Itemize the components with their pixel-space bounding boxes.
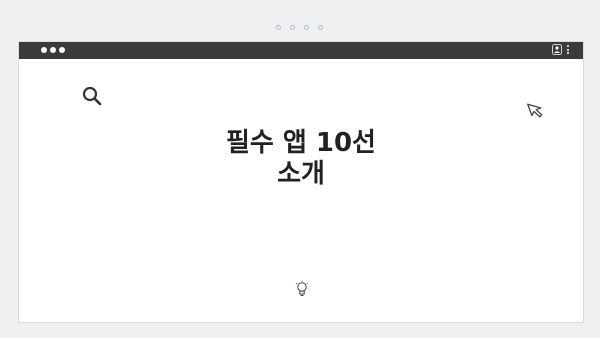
window-control-dot[interactable] xyxy=(50,47,56,53)
browser-window: 필수 앱 10선 소개 xyxy=(18,41,584,323)
titlebar-actions xyxy=(552,44,569,55)
window-controls xyxy=(41,47,65,53)
page-title-line2: 소개 xyxy=(277,159,325,189)
pagination-dot xyxy=(304,25,309,30)
search-icon[interactable] xyxy=(80,84,104,108)
cursor-icon xyxy=(527,103,543,118)
window-control-dot[interactable] xyxy=(41,47,47,53)
pagination-dot xyxy=(318,25,323,30)
page-title: 필수 앱 10선 소개 xyxy=(19,128,583,190)
window-titlebar xyxy=(19,42,583,59)
user-icon[interactable] xyxy=(552,44,562,55)
kebab-menu-icon[interactable] xyxy=(567,45,569,54)
pagination-dot xyxy=(276,25,281,30)
lightbulb-icon xyxy=(295,280,309,296)
pagination-dot xyxy=(290,25,295,30)
page-title-line1: 필수 앱 10선 xyxy=(226,128,376,158)
window-control-dot[interactable] xyxy=(59,47,65,53)
pagination-dots xyxy=(276,25,323,30)
